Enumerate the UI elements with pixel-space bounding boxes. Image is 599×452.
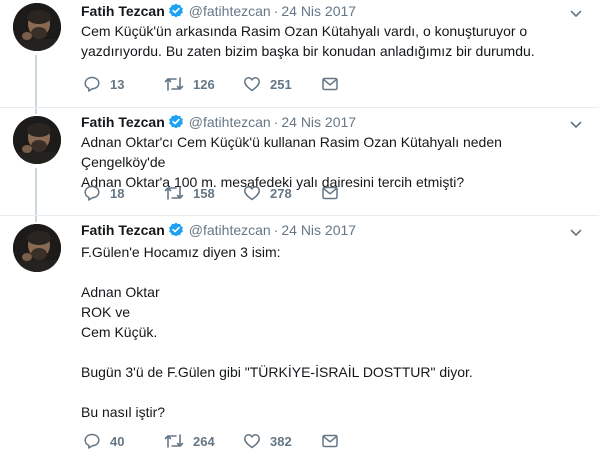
envelope-icon xyxy=(322,186,338,200)
verified-badge-icon xyxy=(168,114,184,134)
author-handle[interactable]: @fatihtezcan xyxy=(189,222,271,238)
retweet-count: 158 xyxy=(193,186,215,201)
tweet-text-line: yazdırıyordu. Bu zaten bizim başka bir k… xyxy=(81,43,535,59)
like-count: 251 xyxy=(270,77,292,92)
tweet-text-line: F.Gülen'e Hocamız diyen 3 isim: xyxy=(81,244,281,260)
retweet-count: 264 xyxy=(193,434,215,449)
author-name[interactable]: Fatih Tezcan xyxy=(81,222,165,238)
author-name[interactable]: Fatih Tezcan xyxy=(81,114,165,130)
chevron-down-icon[interactable] xyxy=(569,7,583,21)
retweet-button[interactable]: 126 xyxy=(164,75,215,95)
tweet-header: Fatih Tezcan @fatihtezcan · 24 Nis 2017 xyxy=(81,113,356,131)
thread-line xyxy=(35,216,37,222)
separator-dot: · xyxy=(273,114,279,130)
tweet-text-line: Adnan Oktar xyxy=(81,284,160,300)
reply-count: 40 xyxy=(110,434,125,449)
tweet-header: Fatih Tezcan @fatihtezcan · 24 Nis 2017 xyxy=(81,221,356,239)
tweet-date[interactable]: 24 Nis 2017 xyxy=(281,3,356,19)
like-count: 382 xyxy=(270,434,292,449)
avatar[interactable] xyxy=(13,3,61,51)
envelope-icon xyxy=(322,434,338,448)
tweet-text-line xyxy=(81,262,581,282)
tweet-1[interactable]: Fatih Tezcan @fatihtezcan · 24 Nis 2017 Cem… xyxy=(0,0,599,107)
retweet-count: 126 xyxy=(193,77,215,92)
tweet-text-line xyxy=(81,342,581,362)
reply-button[interactable]: 40 xyxy=(83,432,124,452)
direct-message-button[interactable] xyxy=(321,432,339,452)
retweet-icon xyxy=(164,77,184,91)
like-button[interactable]: 382 xyxy=(243,432,292,452)
tweet-text: Cem Küçük'ün arkasında Rasim Ozan Kütahy… xyxy=(81,21,581,61)
tweet-text-line xyxy=(81,382,581,402)
heart-icon xyxy=(244,77,260,92)
tweet-text-line: Bu nasıl iştir? xyxy=(81,404,166,420)
heart-icon xyxy=(244,434,260,449)
reply-icon xyxy=(84,433,100,449)
heart-icon xyxy=(244,186,260,201)
thread-line xyxy=(35,108,37,114)
tweet-text: Adnan Oktar'cı Cem Küçük'ü kullanan Rasi… xyxy=(81,132,581,192)
tweet-text: F.Gülen'e Hocamız diyen 3 isim: Adnan Ok… xyxy=(81,242,581,422)
retweet-button[interactable]: 158 xyxy=(164,184,215,204)
avatar-image xyxy=(13,116,61,164)
direct-message-button[interactable] xyxy=(321,75,339,95)
chevron-down-icon[interactable] xyxy=(569,118,583,132)
direct-message-button[interactable] xyxy=(321,184,339,204)
reply-count: 18 xyxy=(110,186,125,201)
envelope-icon xyxy=(322,77,338,91)
tweet-text-line: Adnan Oktar'cı Cem Küçük'ü kullanan Rasi… xyxy=(81,134,502,170)
avatar-image xyxy=(13,3,61,51)
reply-count: 13 xyxy=(110,77,125,92)
tweet-header: Fatih Tezcan @fatihtezcan · 24 Nis 2017 xyxy=(81,2,356,20)
reply-icon xyxy=(84,185,100,201)
tweet-text-line: Cem Küçük. xyxy=(81,324,158,340)
author-handle[interactable]: @fatihtezcan xyxy=(189,114,271,130)
tweet-text-line: Cem Küçük'ün arkasında Rasim Ozan Kütahy… xyxy=(81,23,528,39)
like-button[interactable]: 278 xyxy=(243,184,292,204)
tweet-3[interactable]: Fatih Tezcan @fatihtezcan · 24 Nis 2017 F.G… xyxy=(0,216,599,451)
author-handle[interactable]: @fatihtezcan xyxy=(189,3,271,19)
author-name[interactable]: Fatih Tezcan xyxy=(81,3,165,19)
tweet-text-line: ROK ve xyxy=(81,304,131,320)
thread-line xyxy=(35,168,37,215)
reply-button[interactable]: 18 xyxy=(83,184,124,204)
retweet-icon xyxy=(164,186,184,200)
tweet-date[interactable]: 24 Nis 2017 xyxy=(281,114,356,130)
like-button[interactable]: 251 xyxy=(243,75,292,95)
reply-button[interactable]: 13 xyxy=(83,75,124,95)
separator-dot: · xyxy=(273,3,279,19)
avatar[interactable] xyxy=(13,224,61,272)
thread-line xyxy=(35,55,37,107)
verified-badge-icon xyxy=(168,3,184,23)
retweet-button[interactable]: 264 xyxy=(164,432,215,452)
chevron-down-icon[interactable] xyxy=(569,226,583,240)
tweet-2[interactable]: Fatih Tezcan @fatihtezcan · 24 Nis 2017 Adn… xyxy=(0,108,599,215)
verified-badge-icon xyxy=(168,222,184,242)
reply-icon xyxy=(84,76,100,92)
tweet-date[interactable]: 24 Nis 2017 xyxy=(281,222,356,238)
avatar-image xyxy=(13,224,61,272)
separator-dot: · xyxy=(273,222,279,238)
like-count: 278 xyxy=(270,186,292,201)
avatar[interactable] xyxy=(13,116,61,164)
retweet-icon xyxy=(164,434,184,448)
tweet-text-line: Bugün 3'ü de F.Gülen gibi "TÜRKİYE-İSRAİ… xyxy=(81,364,473,380)
